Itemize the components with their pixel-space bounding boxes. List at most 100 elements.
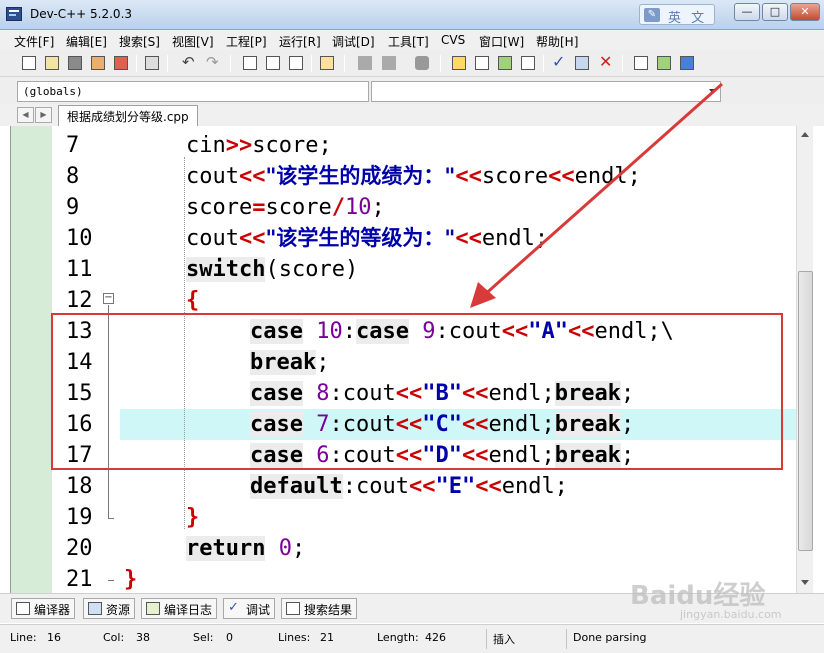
line-number: 12 [66, 288, 93, 313]
editor-tab-strip: ◀ ▶ 根据成绩划分等级.cpp [0, 104, 824, 126]
compile-icon[interactable] [413, 54, 431, 72]
goto-line-icon[interactable] [318, 54, 336, 72]
line-number: 16 [66, 412, 93, 437]
status-length-value: 426 [425, 631, 446, 644]
search-results-icon [286, 602, 300, 615]
tab-debug[interactable]: ✓ 调试 [223, 598, 276, 619]
code-editor[interactable]: − 7 8 9 10 11 12 13 14 15 16 17 18 19 20… [10, 126, 796, 593]
class-browser-bar: (globals) [0, 77, 824, 104]
toolbar-separator [440, 55, 441, 72]
compiler-icon [16, 602, 30, 615]
status-length-label: Length: [377, 631, 419, 644]
options-icon[interactable] [678, 54, 696, 72]
save-all-icon[interactable] [89, 54, 107, 72]
check-icon[interactable]: ✓ [550, 52, 568, 72]
find-icon[interactable] [241, 54, 259, 72]
line-number: 21 [66, 567, 93, 592]
scope-combo[interactable]: (globals) [17, 81, 369, 102]
status-col-label: Col: [103, 631, 125, 644]
tab-compiler[interactable]: 编译器 [11, 598, 76, 619]
line-number: 7 [66, 133, 80, 158]
ime-indicator[interactable]: ✎ 英 文 [639, 4, 715, 26]
open-file-icon[interactable] [43, 54, 61, 72]
toolbar: ↶ ↷ ✓ ✕ [0, 50, 824, 77]
fold-collapse-icon[interactable]: − [103, 293, 114, 304]
fold-end-tick [108, 580, 114, 581]
chart-icon[interactable] [573, 54, 591, 72]
code-line: score=score/10; [186, 195, 385, 220]
line-number: 9 [66, 195, 80, 220]
toolbar-separator [344, 55, 345, 72]
function-combo[interactable] [371, 81, 721, 102]
status-line-label: Line: [10, 631, 37, 644]
debug-icon[interactable] [519, 54, 537, 72]
new-project-icon[interactable] [632, 54, 650, 72]
bookmark-icon[interactable] [356, 54, 374, 72]
save-icon[interactable] [66, 54, 84, 72]
menu-edit[interactable]: 编辑[E] [66, 33, 107, 50]
add-to-project-icon[interactable] [655, 54, 673, 72]
compile-log-icon [146, 602, 160, 615]
scrollbar-thumb[interactable] [798, 271, 813, 551]
close-button[interactable]: ✕ [790, 3, 820, 21]
minimize-button[interactable]: — [734, 3, 760, 21]
line-number: 8 [66, 164, 80, 189]
tab-scroll-left-icon[interactable]: ◀ [17, 107, 34, 123]
tab-resources[interactable]: 资源 [83, 598, 136, 619]
maximize-button[interactable]: □ [762, 3, 788, 21]
menu-cvs[interactable]: CVS [441, 33, 465, 47]
tab-scroll-right-icon[interactable]: ▶ [35, 107, 52, 123]
status-lines-value: 21 [320, 631, 334, 644]
fold-line [108, 305, 109, 519]
replace-icon[interactable] [264, 54, 282, 72]
find-next-icon[interactable] [287, 54, 305, 72]
code-line: { [186, 288, 200, 313]
menu-help[interactable]: 帮助[H] [536, 33, 578, 50]
baidu-watermark-url: jingyan.baidu.com [680, 608, 782, 621]
vertical-scrollbar[interactable] [796, 126, 813, 593]
run-icon[interactable] [473, 54, 491, 72]
delete-icon[interactable]: ✕ [596, 52, 614, 72]
debug-check-icon: ✓ [228, 600, 239, 615]
print-icon[interactable] [143, 54, 161, 72]
undo-icon[interactable]: ↶ [180, 53, 198, 72]
menu-debug[interactable]: 调试[D] [332, 33, 375, 50]
bookmark-next-icon[interactable] [380, 54, 398, 72]
scroll-up-icon[interactable] [801, 132, 809, 137]
line-number: 11 [66, 257, 93, 282]
menu-tools[interactable]: 工具[T] [388, 33, 429, 50]
code-line: cout<<"该学生的成绩为："<<score<<endl; [186, 164, 641, 189]
menu-file[interactable]: 文件[F] [14, 33, 54, 50]
toolbar-separator [136, 55, 137, 72]
rebuild-icon[interactable] [496, 54, 514, 72]
tab-search-results[interactable]: 搜索结果 [281, 598, 358, 619]
menu-window[interactable]: 窗口[W] [479, 33, 524, 50]
toolbar-separator [230, 55, 231, 72]
line-number: 20 [66, 536, 93, 561]
scroll-down-icon[interactable] [801, 580, 809, 585]
menu-run[interactable]: 运行[R] [279, 33, 321, 50]
line-number: 18 [66, 474, 93, 499]
redo-icon[interactable]: ↷ [204, 53, 222, 72]
editor-left-margin [11, 126, 52, 593]
close-file-icon[interactable] [112, 54, 130, 72]
devcpp-app-icon [6, 7, 22, 21]
file-tab[interactable]: 根据成绩划分等级.cpp [58, 105, 198, 126]
window-title: Dev-C++ 5.2.0.3 [30, 7, 133, 21]
baidu-watermark: Baidu经验 [630, 581, 766, 611]
compile-run-icon[interactable] [450, 54, 468, 72]
ime-logo-icon: ✎ [644, 8, 660, 22]
chevron-down-icon [709, 89, 717, 94]
menu-project[interactable]: 工程[P] [226, 33, 267, 50]
scope-combo-value: (globals) [23, 85, 83, 98]
code-line: case 10:case 9:cout<<"A"<<endl;\ [250, 319, 674, 344]
new-file-icon[interactable] [20, 54, 38, 72]
code-line: case 8:cout<<"B"<<endl;break; [250, 381, 635, 406]
menu-view[interactable]: 视图[V] [172, 33, 214, 50]
code-line: } [186, 505, 200, 530]
status-sel-label: Sel: [193, 631, 214, 644]
line-number: 15 [66, 381, 93, 406]
tab-compile-log[interactable]: 编译日志 [141, 598, 218, 619]
menu-search[interactable]: 搜索[S] [119, 33, 160, 50]
menu-bar: 文件[F] 编辑[E] 搜索[S] 视图[V] 工程[P] 运行[R] 调试[D… [0, 30, 824, 50]
